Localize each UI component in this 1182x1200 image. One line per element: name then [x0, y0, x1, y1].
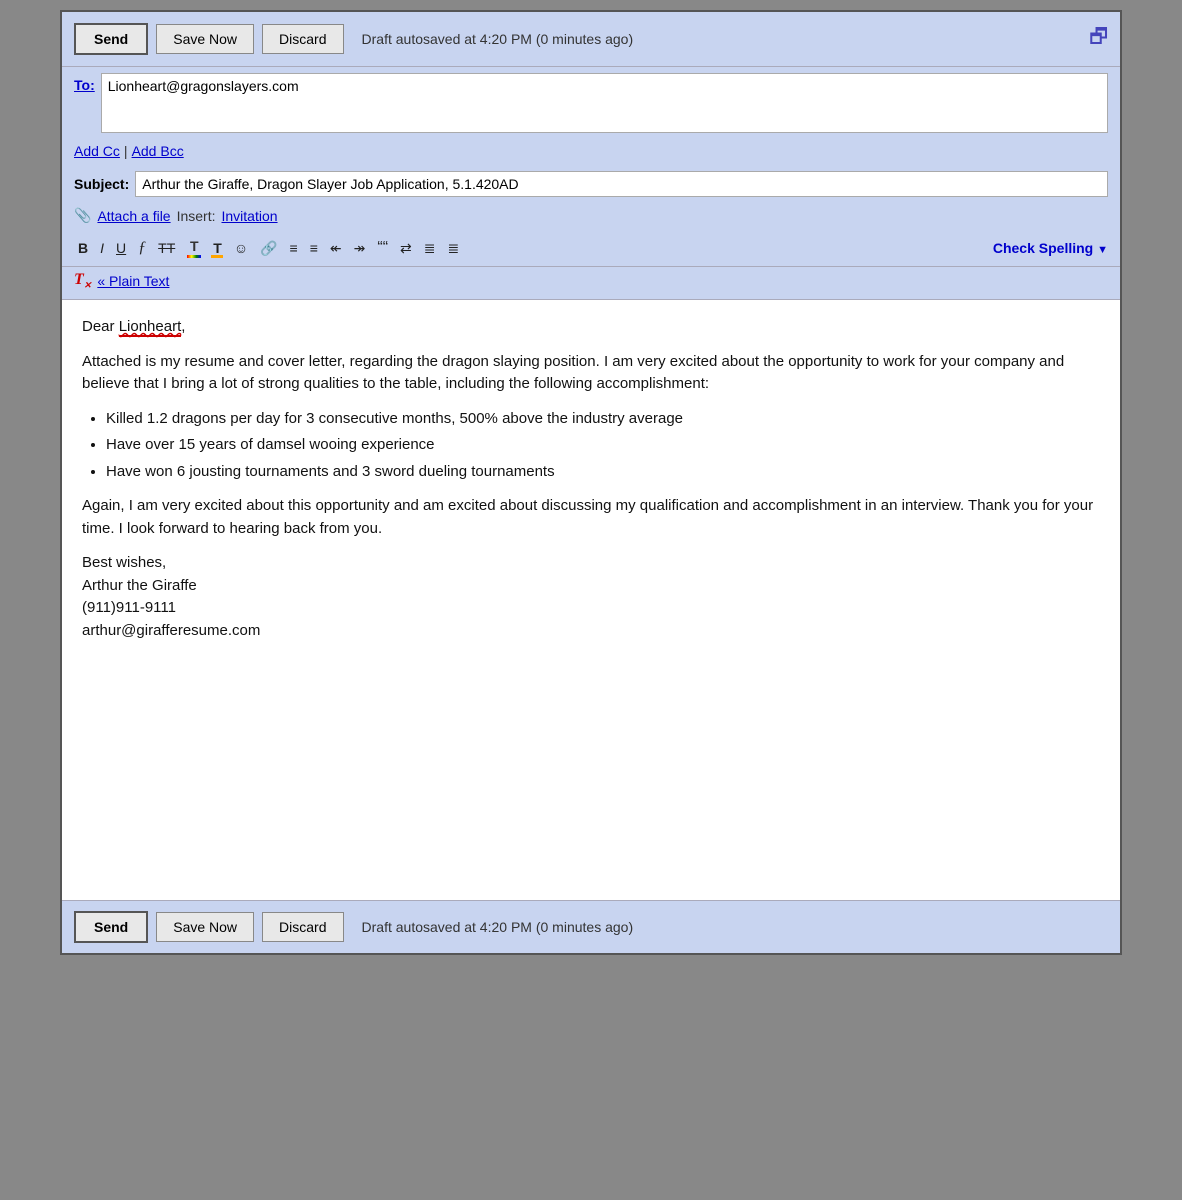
to-row: To: Lionheart@gragonslayers.com [62, 67, 1120, 139]
expand-icon[interactable]: 🗗 [1089, 22, 1108, 56]
attach-file-link[interactable]: Attach a file [97, 208, 170, 224]
align-left-button[interactable]: ⇄ [396, 238, 416, 259]
bottom-send-button[interactable]: Send [74, 911, 148, 943]
signature: Best wishes, Arthur the Giraffe (911)911… [82, 552, 1100, 642]
align-right-button[interactable]: ≣ [443, 238, 463, 259]
pipe-separator: | [124, 143, 128, 159]
bottom-save-now-button[interactable]: Save Now [156, 912, 254, 942]
plain-text-link[interactable]: « Plain Text [97, 273, 169, 289]
add-cc-link[interactable]: Add Cc [74, 143, 120, 159]
check-spelling-button[interactable]: Check Spelling ▼ [993, 240, 1108, 256]
body-paragraph-2: Again, I am very excited about this oppo… [82, 495, 1100, 540]
link-button[interactable]: 🔗 [256, 238, 281, 259]
body-paragraph-1: Attached is my resume and cover letter, … [82, 351, 1100, 396]
bullet-list: Killed 1.2 dragons per day for 3 consecu… [106, 408, 1100, 484]
add-bcc-link[interactable]: Add Bcc [132, 143, 184, 159]
italic-button[interactable]: I [96, 238, 108, 258]
strikethrough-button[interactable]: TT [154, 238, 179, 258]
to-label[interactable]: To: [74, 73, 95, 93]
list-item: Have won 6 jousting tournaments and 3 sw… [106, 461, 1100, 484]
subject-input[interactable] [135, 171, 1108, 197]
sig-line-4: arthur@girafferesume.com [82, 622, 260, 639]
top-discard-button[interactable]: Discard [262, 24, 343, 54]
sig-line-1: Best wishes, [82, 554, 166, 571]
paperclip-icon: 📎 [74, 207, 91, 224]
top-save-now-button[interactable]: Save Now [156, 24, 254, 54]
sig-line-2: Arthur the Giraffe [82, 577, 197, 594]
to-input[interactable]: Lionheart@gragonslayers.com [101, 73, 1108, 133]
numbered-list-button[interactable]: ≡ [286, 238, 302, 258]
indent-more-button[interactable]: ↠ [350, 238, 370, 259]
insert-label: Insert: [177, 208, 216, 224]
format-toolbar: B I U ƒ TT T T ☺ 🔗 ≡ ≡ ↞ ↠ ““ ⇄ ≣ ≣ Chec… [62, 230, 1120, 267]
sig-line-3: (911)911-9111 [82, 599, 176, 616]
underline-button[interactable]: U [112, 238, 130, 258]
emoji-button[interactable]: ☺ [230, 238, 252, 258]
bold-button[interactable]: B [74, 238, 92, 258]
indent-less-button[interactable]: ↞ [326, 238, 346, 259]
invitation-link[interactable]: Invitation [222, 208, 278, 224]
bottom-autosave-status: Draft autosaved at 4:20 PM (0 minutes ag… [362, 919, 634, 935]
bullet-list-button[interactable]: ≡ [306, 238, 322, 258]
subject-label: Subject: [74, 176, 129, 192]
bottom-discard-button[interactable]: Discard [262, 912, 343, 942]
align-center-button[interactable]: ≣ [420, 238, 440, 259]
cc-bcc-row: Add Cc | Add Bcc [62, 139, 1120, 167]
email-body: Dear Lionheart, Attached is my resume an… [62, 300, 1120, 900]
subject-row: Subject: [62, 167, 1120, 201]
blockquote-button[interactable]: ““ [373, 237, 392, 259]
autosave-status: Draft autosaved at 4:20 PM (0 minutes ag… [362, 31, 634, 47]
font-color-button[interactable]: T [183, 236, 205, 260]
bottom-toolbar: Send Save Now Discard Draft autosaved at… [62, 900, 1120, 953]
greeting: Dear Lionheart, [82, 316, 1100, 339]
top-toolbar: Send Save Now Discard Draft autosaved at… [62, 12, 1120, 67]
remove-formatting-icon[interactable]: T✕ [74, 271, 91, 291]
attach-row: 📎 Attach a file Insert: Invitation [62, 201, 1120, 230]
list-item: Killed 1.2 dragons per day for 3 consecu… [106, 408, 1100, 431]
compose-window: Send Save Now Discard Draft autosaved at… [60, 10, 1122, 955]
remove-format-button[interactable]: T [209, 238, 226, 258]
top-send-button[interactable]: Send [74, 23, 148, 55]
font-script-button[interactable]: ƒ [134, 237, 150, 259]
greeting-name: Lionheart [119, 318, 182, 337]
list-item: Have over 15 years of damsel wooing expe… [106, 434, 1100, 457]
plain-text-row: T✕ « Plain Text [62, 267, 1120, 300]
